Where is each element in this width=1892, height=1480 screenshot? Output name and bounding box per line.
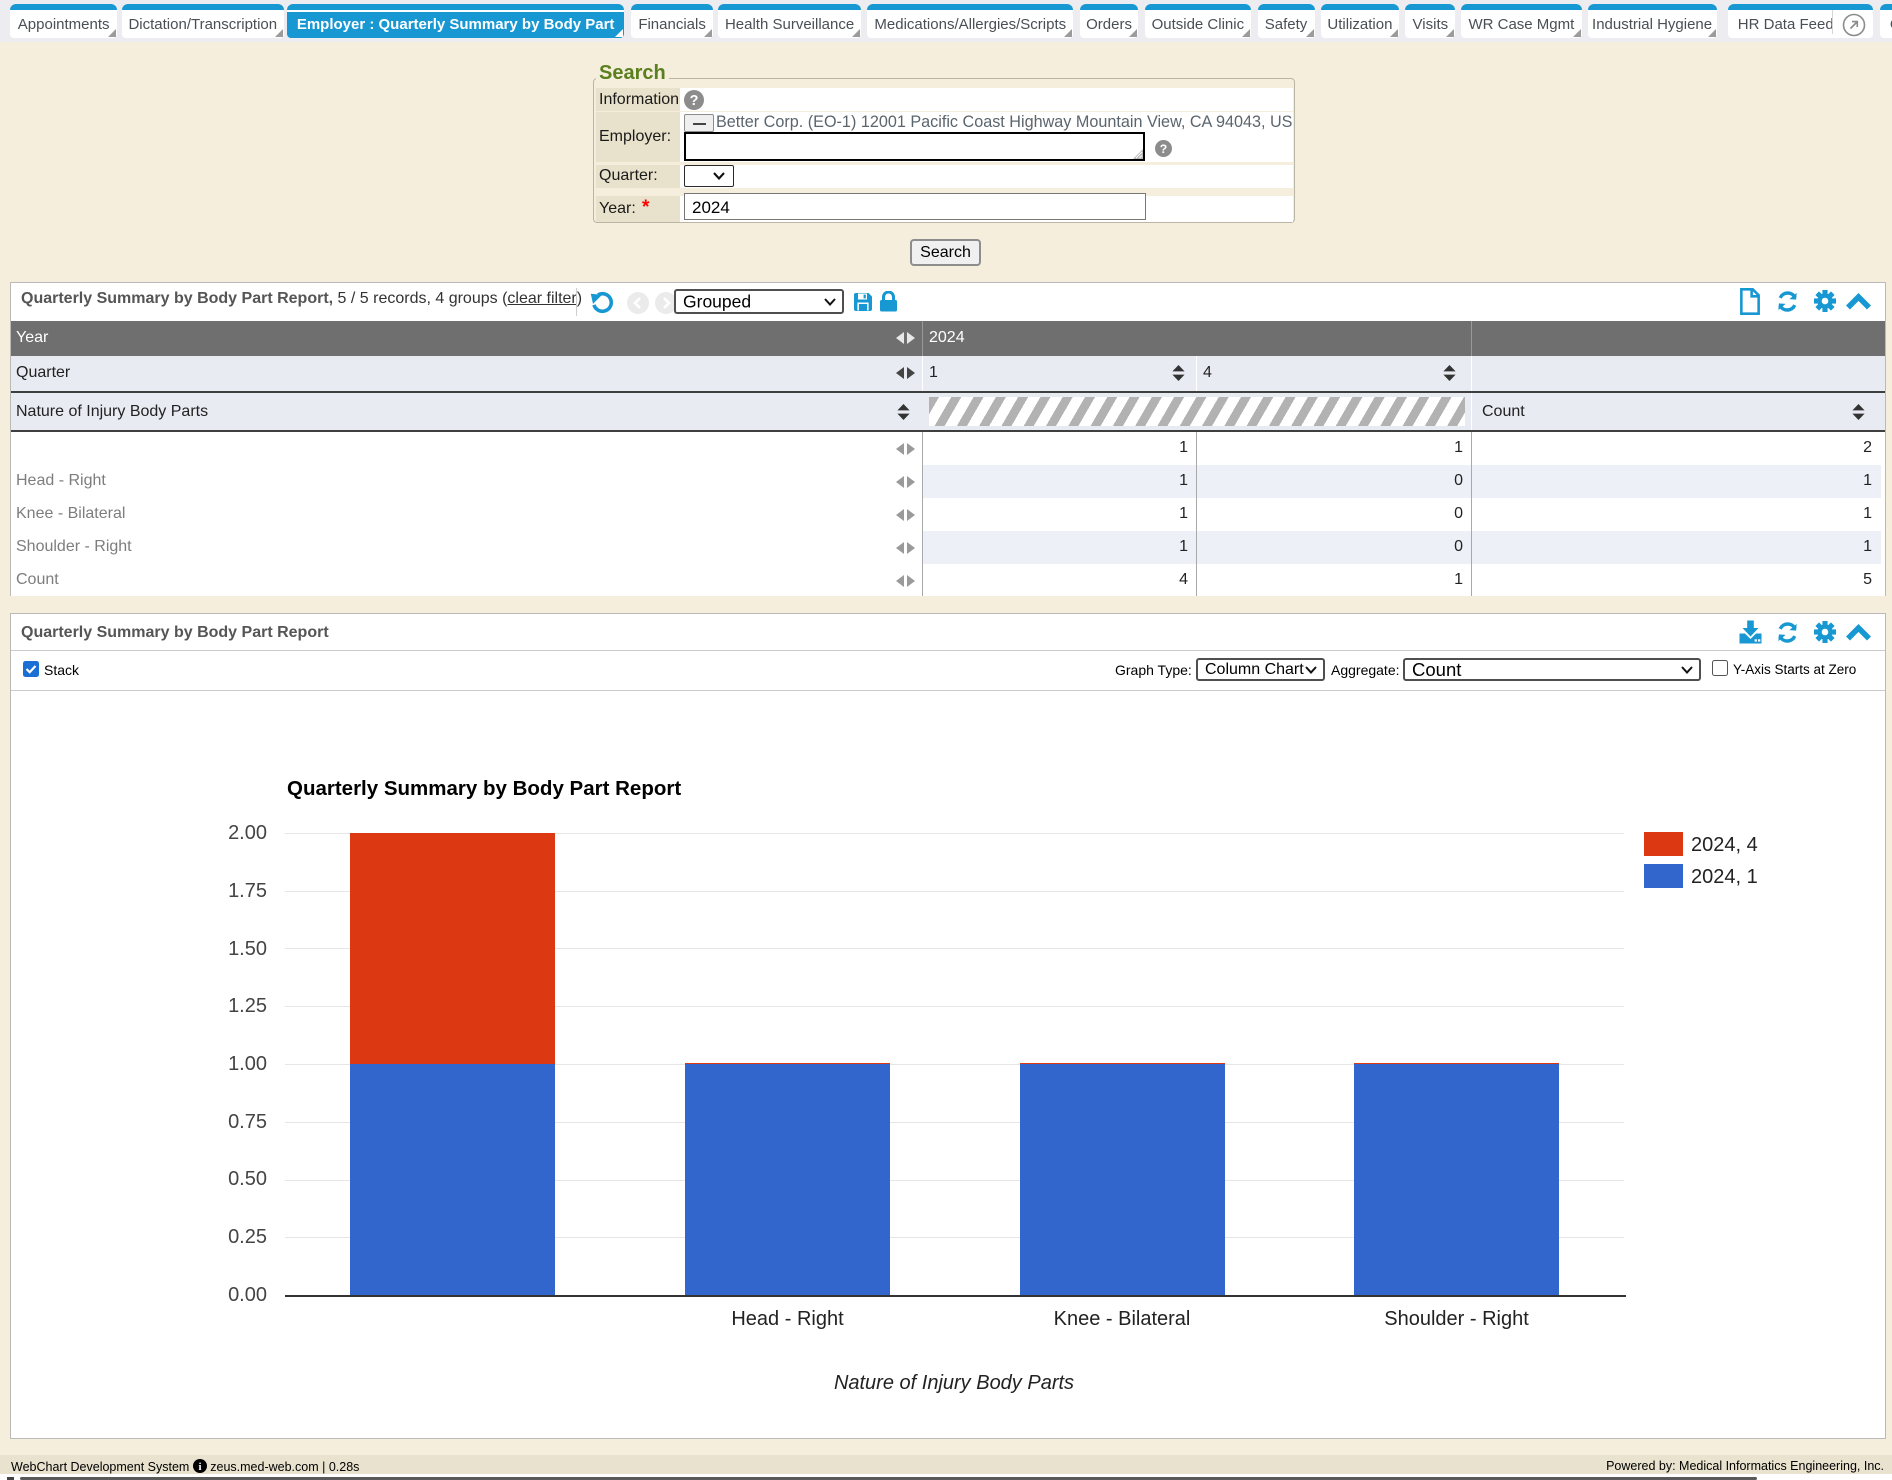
svg-text:?: ?: [690, 93, 699, 109]
svg-text:i: i: [198, 1461, 201, 1473]
svg-text:?: ?: [1160, 142, 1168, 156]
